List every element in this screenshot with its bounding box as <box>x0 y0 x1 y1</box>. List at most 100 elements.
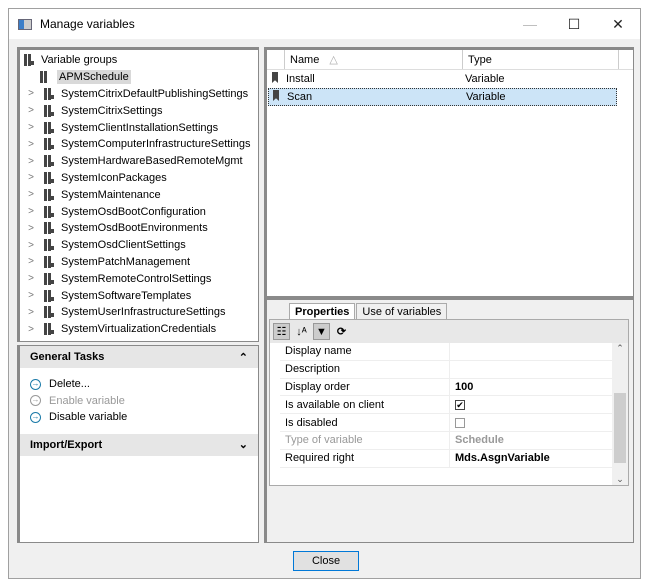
group-icon <box>44 87 55 100</box>
checkbox-checked[interactable]: ✔ <box>455 399 465 410</box>
import-export-title: Import/Export <box>30 438 103 451</box>
general-tasks-header[interactable]: General Tasks ⌃ <box>20 346 258 368</box>
group-icon <box>44 272 55 285</box>
expand-chevron-icon[interactable]: > <box>24 273 38 284</box>
property-key: Is available on client <box>280 396 450 414</box>
property-row[interactable]: Required right Mds.AsgnVariable <box>280 449 612 468</box>
tree-item[interactable]: > SystemHardwareBasedRemoteMgmt <box>20 153 258 170</box>
tree-item-apmschedule[interactable]: APMSchedule <box>20 69 258 86</box>
expand-chevron-icon[interactable]: > <box>24 139 38 150</box>
tree-item-label: SystemClientInstallationSettings <box>61 121 219 134</box>
property-row[interactable]: Type of variable Schedule <box>280 431 612 450</box>
tree-item[interactable]: > SystemCitrixSettings <box>20 102 258 119</box>
expand-icon[interactable]: ⌄ <box>239 438 248 451</box>
tree-item[interactable]: > SystemComputerInfrastructureSettings <box>20 136 258 153</box>
expand-chevron-icon[interactable]: > <box>24 240 38 251</box>
property-value[interactable]: Schedule <box>450 432 504 449</box>
tree-item[interactable]: > SystemClientInstallationSettings <box>20 119 258 136</box>
property-row[interactable]: Is disabled <box>280 414 612 432</box>
group-icon <box>44 239 55 252</box>
property-row[interactable]: Is available on client ✔ <box>280 396 612 415</box>
arrow-circle-icon: → <box>30 395 41 407</box>
tab-use-of-variables[interactable]: Use of variables <box>356 303 448 320</box>
tree-item[interactable]: > SystemOsdBootEnvironments <box>20 220 258 237</box>
variables-list[interactable]: Name △ Type Install Variable Scan Variable <box>264 47 634 297</box>
tree-root[interactable]: Variable groups <box>20 52 258 69</box>
property-key: Is disabled <box>280 414 450 431</box>
task-link[interactable]: → Delete... <box>20 376 258 393</box>
sort-alpha-icon[interactable]: ↓ᴬ <box>293 323 310 340</box>
list-row[interactable]: Install Variable <box>268 70 617 88</box>
property-key: Description <box>280 360 450 378</box>
variable-icon <box>272 72 278 83</box>
tree-item[interactable]: > SystemCitrixDefaultPublishingSettings <box>20 86 258 103</box>
expand-chevron-icon[interactable]: > <box>24 256 38 267</box>
expand-chevron-icon[interactable]: > <box>24 172 38 183</box>
tree-item-label: SystemCitrixSettings <box>61 104 163 117</box>
tree-item-label: SystemUserInfrastructureSettings <box>61 306 226 319</box>
property-row[interactable]: Display order 100 <box>280 378 612 397</box>
group-icon <box>44 138 55 151</box>
maximize-button[interactable]: ☐ <box>552 9 596 39</box>
checkbox-unchecked[interactable] <box>455 417 465 428</box>
task-link[interactable]: → Disable variable <box>20 409 258 426</box>
expand-chevron-icon[interactable]: > <box>24 122 38 133</box>
tree-item[interactable]: > SystemRemoteControlSettings <box>20 270 258 287</box>
scroll-thumb[interactable] <box>614 393 626 463</box>
expand-chevron-icon[interactable]: > <box>24 206 38 217</box>
property-row[interactable]: Display name <box>280 343 612 361</box>
categorized-icon[interactable]: ☷ <box>273 323 290 340</box>
properties-scrollbar[interactable]: ⌃ ⌄ <box>612 343 628 485</box>
group-icon <box>44 205 55 218</box>
group-icon <box>44 289 55 302</box>
column-type[interactable]: Type <box>463 50 619 69</box>
scroll-down-icon[interactable]: ⌄ <box>612 474 628 485</box>
minimize-button[interactable]: — <box>508 9 552 39</box>
close-window-button[interactable]: ✕ <box>596 9 640 39</box>
filter-icon[interactable]: ▼ <box>313 323 330 340</box>
tree-item[interactable]: > SystemMaintenance <box>20 186 258 203</box>
expand-chevron-icon[interactable]: > <box>24 223 38 234</box>
property-key: Display order <box>280 378 450 396</box>
tree-item[interactable]: > SystemPatchManagement <box>20 254 258 271</box>
tree-item[interactable]: > SystemVirtualizationCredentials <box>20 321 258 338</box>
collapse-icon[interactable]: ⌃ <box>239 351 248 364</box>
column-name[interactable]: Name △ <box>285 50 463 69</box>
group-icon <box>44 104 55 117</box>
expand-chevron-icon[interactable]: > <box>24 324 38 335</box>
manage-variables-dialog: Manage variables — ☐ ✕ Variable groups A… <box>8 8 641 579</box>
tree-item[interactable]: > SystemOsdClientSettings <box>20 237 258 254</box>
variable-type: Variable <box>465 73 505 85</box>
property-value[interactable] <box>450 361 455 378</box>
expand-chevron-icon[interactable]: > <box>24 290 38 301</box>
tree-item[interactable]: > SystemIconPackages <box>20 170 258 187</box>
expand-chevron-icon[interactable]: > <box>24 105 38 116</box>
arrow-circle-icon: → <box>30 378 41 390</box>
property-key: Display name <box>280 343 450 360</box>
import-export-header[interactable]: Import/Export ⌄ <box>20 433 258 456</box>
tab-properties[interactable]: Properties <box>289 303 356 320</box>
sort-icon: △ <box>329 54 338 66</box>
variable-name: Install <box>286 73 315 85</box>
general-tasks-title: General Tasks <box>30 351 105 363</box>
variable-groups-tree[interactable]: Variable groups APMSchedule > SystemCitri… <box>17 47 259 342</box>
tree-item[interactable]: > SystemUserInfrastructureSettings <box>20 304 258 321</box>
close-button[interactable]: Close <box>293 551 359 571</box>
refresh-icon[interactable]: ⟳ <box>333 323 350 340</box>
expand-chevron-icon[interactable]: > <box>24 156 38 167</box>
expand-chevron-icon[interactable]: > <box>24 88 38 99</box>
list-header: Name △ Type <box>267 50 633 70</box>
property-row[interactable]: Description <box>280 360 612 379</box>
variable-name: Scan <box>287 91 313 103</box>
expand-chevron-icon[interactable]: > <box>24 307 38 318</box>
property-value[interactable]: Mds.AsgnVariable <box>450 450 550 467</box>
list-row[interactable]: Scan Variable <box>268 88 617 106</box>
tree-item[interactable]: > SystemOsdBootConfiguration <box>20 203 258 220</box>
task-label: Enable variable <box>49 394 125 407</box>
app-icon <box>18 18 32 30</box>
expand-chevron-icon[interactable]: > <box>24 189 38 200</box>
property-value[interactable]: 100 <box>450 379 473 396</box>
scroll-up-icon[interactable]: ⌃ <box>612 343 628 354</box>
property-value[interactable] <box>450 343 455 360</box>
tree-item[interactable]: > SystemSoftwareTemplates <box>20 287 258 304</box>
